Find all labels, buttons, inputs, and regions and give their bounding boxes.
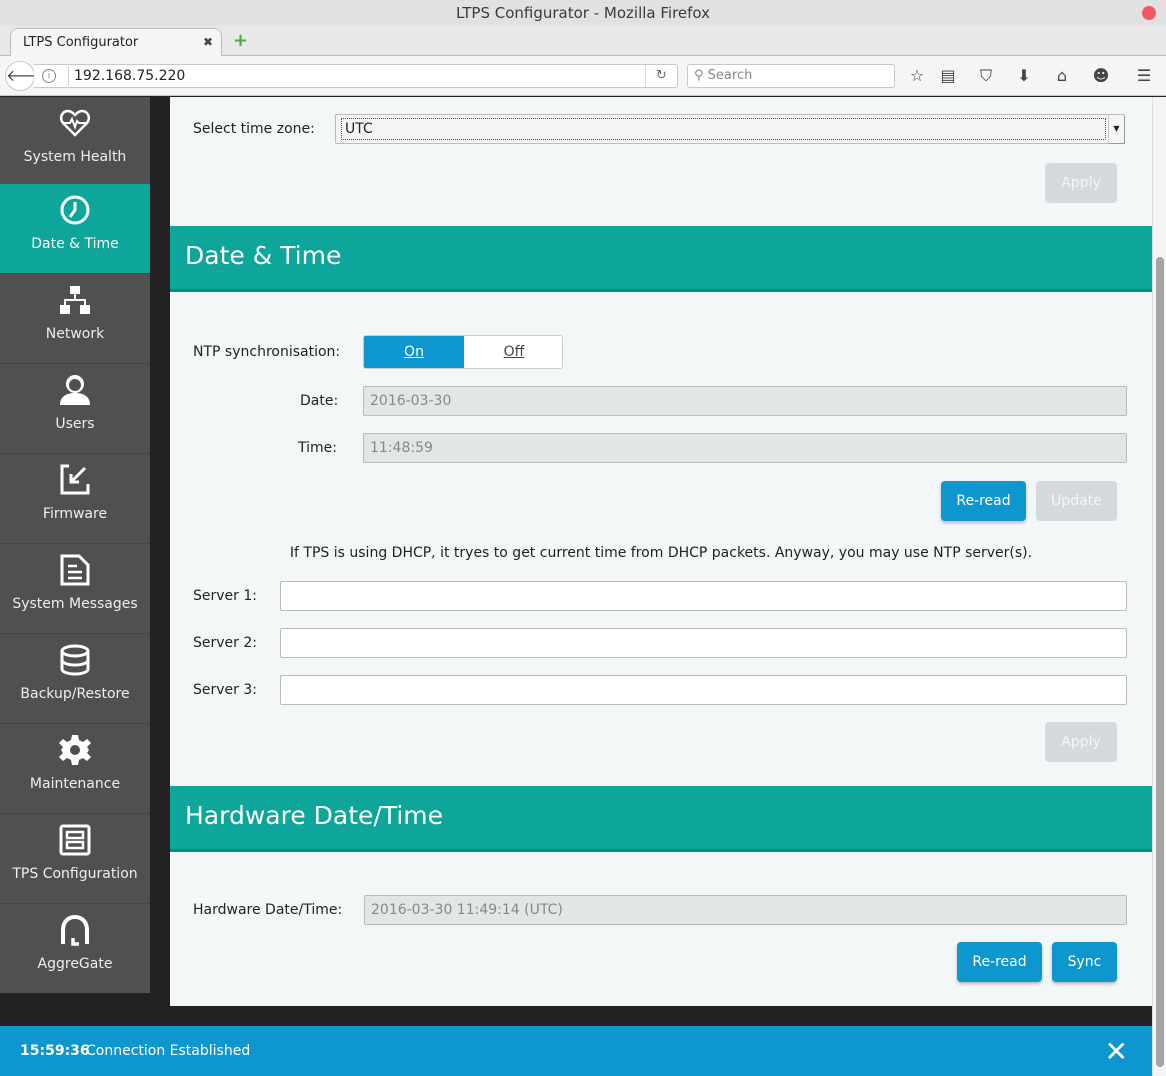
timezone-label: Select time zone: <box>193 121 315 137</box>
sidebar-item-label: Network <box>45 326 105 342</box>
sidebar-item-label: Date & Time <box>31 236 119 252</box>
timezone-apply-button[interactable]: Apply <box>1045 163 1117 203</box>
server-1-input[interactable] <box>280 581 1127 611</box>
date-label: Date: <box>300 393 339 409</box>
notification-time: 15:59:36 <box>20 1043 90 1059</box>
tab-bar: LTPS Configurator ✖ <box>0 26 1166 57</box>
hardware-sync-button[interactable]: Sync <box>1052 942 1117 982</box>
tab-close-icon[interactable]: ✖ <box>203 29 213 56</box>
sidebar-item-date-time[interactable]: Date & Time <box>0 184 150 274</box>
sidebar-item-system-messages[interactable]: System Messages <box>0 544 150 634</box>
ntp-on-button[interactable]: On <box>364 336 464 368</box>
sidebar-item-backup-restore[interactable]: Backup/Restore <box>0 634 150 724</box>
home-icon[interactable]: ⌂ <box>1050 64 1074 88</box>
sidebar-item-label: Backup/Restore <box>20 686 130 702</box>
date-field[interactable]: 2016-03-30 <box>363 386 1127 416</box>
sidebar-item-firmware[interactable]: Firmware <box>0 454 150 544</box>
time-label: Time: <box>298 440 337 456</box>
time-field[interactable]: 11:48:59 <box>363 433 1127 463</box>
sidebar-item-aggregate[interactable]: AggreGate <box>0 904 150 994</box>
reading-list-icon[interactable]: ▤ <box>936 64 960 88</box>
hardware-section-header: Hardware Date/Time <box>170 786 1152 852</box>
page-scrollbar[interactable] <box>1152 97 1166 1076</box>
sidebar-item-users[interactable]: Users <box>0 364 150 454</box>
new-tab-button[interactable]: + <box>233 30 248 52</box>
server-3-label: Server 3: <box>193 682 257 698</box>
browser-tab[interactable]: LTPS Configurator ✖ <box>10 28 222 57</box>
document-icon <box>60 554 90 586</box>
server-3-input[interactable] <box>280 675 1127 705</box>
url-input[interactable]: 192.168.75.220 <box>68 67 185 85</box>
sidebar-item-label: Firmware <box>42 506 108 522</box>
sidebar-item-tps-configuration[interactable]: TPS Configuration <box>0 814 150 904</box>
url-bar[interactable]: i 192.168.75.220 ↻ <box>34 64 678 88</box>
chevron-down-icon: ▼ <box>1108 115 1124 143</box>
hardware-datetime-field[interactable]: 2016-03-30 11:49:14 (UTC) <box>364 895 1127 925</box>
tab-title: LTPS Configurator <box>23 35 139 50</box>
clock-icon <box>60 195 90 225</box>
timezone-selected-value: UTC <box>341 118 1106 140</box>
search-icon: ⚲ <box>694 68 704 83</box>
search-placeholder: Search <box>707 68 753 83</box>
sidebar: System Health Date & Time Network Users … <box>0 97 150 993</box>
notification-message: Connection Established <box>86 1043 251 1059</box>
date-time-reread-button[interactable]: Re-read <box>941 481 1026 521</box>
close-icon[interactable]: ✕ <box>1105 1035 1128 1068</box>
gear-icon <box>59 735 91 765</box>
reload-icon[interactable]: ↻ <box>645 65 677 87</box>
config-icon <box>59 824 91 856</box>
heartbeat-icon <box>59 109 91 137</box>
timezone-select[interactable]: UTC ▼ <box>335 114 1125 144</box>
sidebar-item-network[interactable]: Network <box>0 274 150 364</box>
sidebar-item-label: Maintenance <box>29 776 121 792</box>
sidebar-item-label: Users <box>55 416 95 432</box>
sidebar-item-label: TPS Configuration <box>12 866 138 882</box>
ntp-off-button[interactable]: Off <box>464 336 562 368</box>
menu-icon[interactable]: ☰ <box>1132 64 1156 88</box>
user-icon <box>60 375 90 405</box>
sidebar-item-label: AggreGate <box>37 956 113 972</box>
window-titlebar: LTPS Configurator - Mozilla Firefox <box>0 0 1166 26</box>
network-icon <box>60 286 90 314</box>
notification-bar: 15:59:36 Connection Established ✕ <box>0 1026 1152 1076</box>
section-title: Date & Time <box>185 241 342 270</box>
database-icon <box>60 644 90 676</box>
server-1-label: Server 1: <box>193 588 257 604</box>
date-time-update-button[interactable]: Update <box>1036 481 1117 521</box>
scrollbar-thumb[interactable] <box>1156 257 1164 1067</box>
pocket-icon[interactable]: ⛉ <box>974 64 998 88</box>
sidebar-item-label: System Messages <box>12 596 138 612</box>
section-title: Hardware Date/Time <box>185 801 444 830</box>
sidebar-item-maintenance[interactable]: Maintenance <box>0 724 150 814</box>
hardware-reread-button[interactable]: Re-read <box>957 942 1042 982</box>
back-button[interactable]: 🡐 <box>5 61 49 91</box>
chat-icon[interactable]: ☻ <box>1089 64 1113 88</box>
window-close-button[interactable] <box>1142 6 1156 20</box>
date-time-section-header: Date & Time <box>170 226 1152 292</box>
server-2-label: Server 2: <box>193 635 257 651</box>
ntp-servers-apply-button[interactable]: Apply <box>1045 722 1117 762</box>
ntp-label: NTP synchronisation: <box>193 344 341 360</box>
sidebar-item-system-health[interactable]: System Health <box>0 97 150 187</box>
window-title: LTPS Configurator - Mozilla Firefox <box>455 4 711 22</box>
dhcp-hint-text: If TPS is using DHCP, it tryes to get cu… <box>289 545 1033 561</box>
info-icon[interactable]: i <box>42 69 56 83</box>
ntp-toggle: On Off <box>363 335 563 369</box>
hardware-datetime-label: Hardware Date/Time: <box>193 902 343 918</box>
main-content: Select time zone: UTC ▼ Apply Date & Tim… <box>170 97 1152 1006</box>
firmware-import-icon <box>60 464 90 495</box>
nav-toolbar: 🡐 i 192.168.75.220 ↻ ⚲ Search ☆ ▤ ⛉ ⬇ ⌂ … <box>0 56 1166 96</box>
download-icon[interactable]: ⬇ <box>1012 64 1036 88</box>
sidebar-item-label: System Health <box>23 149 127 165</box>
aggregate-icon <box>61 914 89 946</box>
search-input[interactable]: ⚲ Search <box>687 64 895 88</box>
server-2-input[interactable] <box>280 628 1127 658</box>
bookmark-star-icon[interactable]: ☆ <box>905 64 929 88</box>
page: System Health Date & Time Network Users … <box>0 97 1152 1076</box>
